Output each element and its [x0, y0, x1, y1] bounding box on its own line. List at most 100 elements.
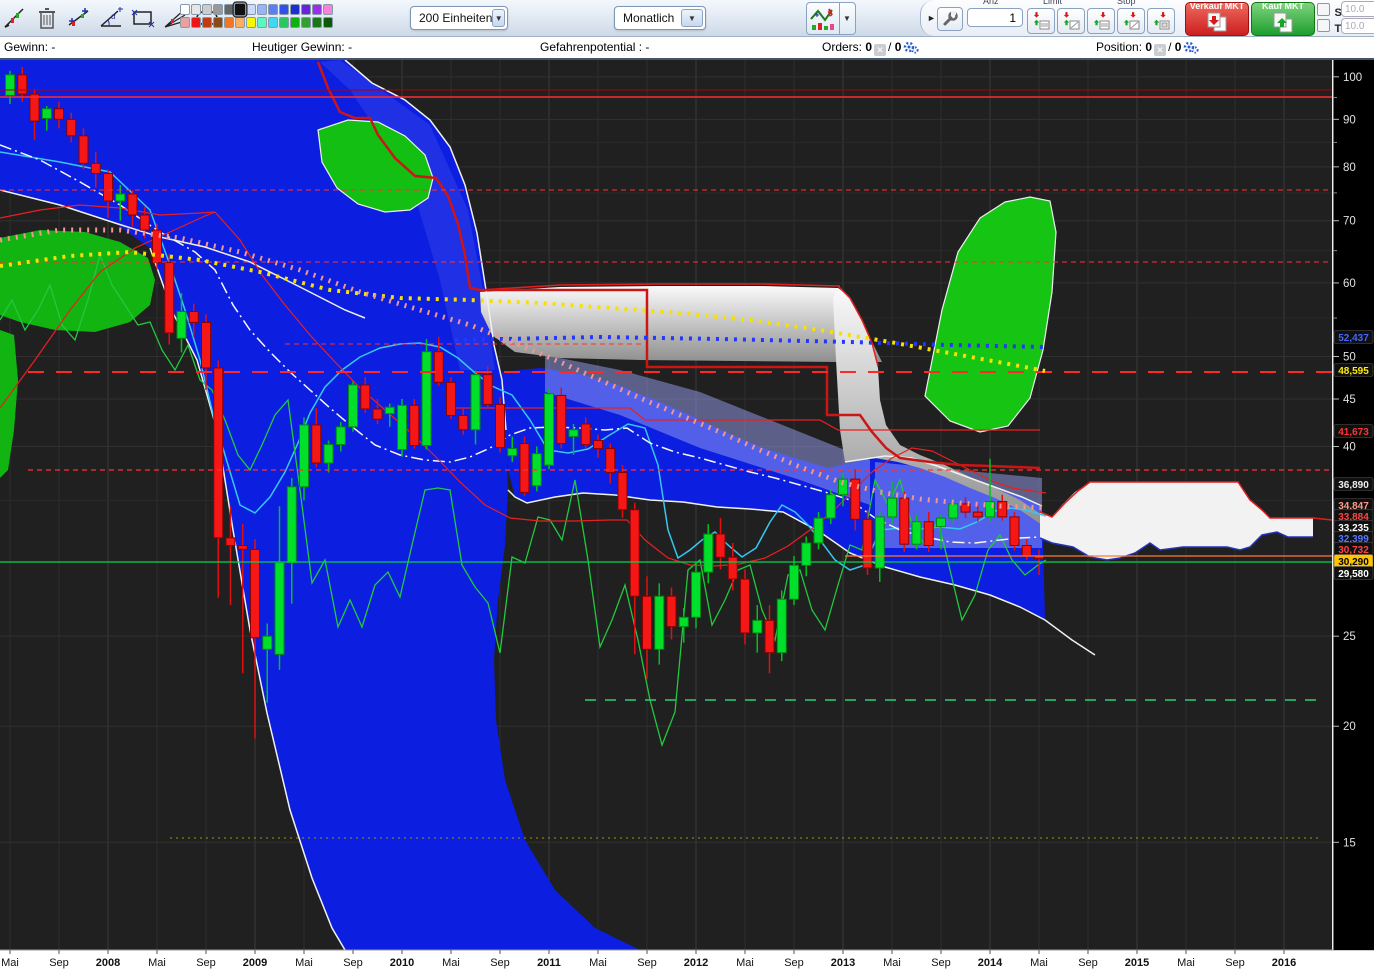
x-axis-label: 2016 [1272, 957, 1296, 969]
candle [79, 136, 88, 164]
period-select[interactable]: Monatlich ▼ [614, 6, 706, 30]
position-count-2: 0 [1175, 40, 1182, 54]
color-swatch[interactable] [257, 4, 267, 15]
settings-wrench-button[interactable] [937, 7, 963, 31]
close-position-icon[interactable]: ✕ [1154, 44, 1166, 56]
buy-limit-order-button[interactable] [1027, 8, 1055, 34]
candle [336, 427, 345, 445]
color-swatch[interactable] [279, 17, 289, 28]
candle [202, 322, 211, 367]
stop-order-icon [1121, 11, 1141, 31]
stop-order-button-1[interactable] [1087, 8, 1115, 34]
color-swatch[interactable] [268, 4, 278, 15]
color-swatch[interactable] [235, 17, 245, 28]
color-swatch[interactable] [213, 17, 223, 28]
s-value-input[interactable] [1341, 1, 1374, 17]
candle [508, 449, 517, 456]
candle [692, 572, 701, 617]
trendline-icon [66, 5, 92, 31]
units-select-value: 200 Einheiten [411, 11, 492, 25]
orders-count: 0 [865, 40, 872, 54]
color-swatch[interactable] [290, 4, 300, 15]
y-axis-label: 15 [1343, 837, 1356, 849]
color-swatch[interactable] [268, 17, 278, 28]
color-swatch[interactable] [191, 4, 201, 15]
color-swatch[interactable] [312, 17, 322, 28]
candle [140, 215, 149, 230]
color-swatch[interactable] [224, 17, 234, 28]
x-axis-label: Sep [49, 957, 69, 969]
position-label: Position: [1096, 40, 1142, 54]
freehand-draw-tool-button[interactable] [2, 3, 28, 33]
candle [300, 425, 309, 487]
chevron-down-icon[interactable]: ▼ [492, 9, 505, 27]
rectangle-tool-button[interactable] [130, 3, 156, 33]
candle [287, 487, 296, 563]
position-settings-gear-icon[interactable] [1183, 40, 1199, 54]
color-swatch[interactable] [191, 17, 201, 28]
color-swatch[interactable] [323, 4, 333, 15]
candle [557, 395, 566, 443]
color-swatch[interactable] [202, 17, 212, 28]
orders-settings-gear-icon[interactable] [903, 40, 919, 54]
sell-limit-order-button[interactable] [1057, 8, 1085, 34]
angle-tool-button[interactable]: α [98, 3, 124, 33]
color-swatch[interactable] [323, 17, 333, 28]
candle [520, 444, 529, 493]
gewinn-item: Gewinn: - [4, 40, 55, 54]
color-swatch[interactable] [301, 17, 311, 28]
candle [716, 534, 725, 557]
stop-order-button-2[interactable] [1117, 8, 1145, 34]
candle [765, 620, 774, 652]
color-swatch[interactable] [279, 4, 289, 15]
price-chart[interactable]: MaiSep2008MaiSep2009MaiSep2010MaiSep2011… [0, 0, 1374, 970]
candle [826, 495, 835, 518]
t-value-input[interactable] [1341, 18, 1374, 34]
x-axis-label: 2011 [537, 957, 561, 969]
color-swatch[interactable] [202, 4, 212, 15]
panel-expand-arrow[interactable]: ► [927, 13, 936, 23]
cancel-orders-icon[interactable]: ✕ [874, 44, 886, 56]
x-axis-label: Sep [196, 957, 216, 969]
target-checkbox-row: T [1317, 19, 1341, 37]
x-axis[interactable]: MaiSep2008MaiSep2009MaiSep2010MaiSep2011… [0, 950, 1374, 970]
chevron-down-icon[interactable]: ▼ [839, 3, 854, 34]
quantity-input[interactable] [967, 8, 1023, 27]
candle [1010, 517, 1019, 546]
y-axis-label: 25 [1343, 631, 1356, 643]
t-checkbox[interactable] [1317, 19, 1330, 32]
buy-market-button[interactable]: Kauf MKT [1251, 2, 1315, 36]
candle [18, 75, 27, 94]
candle [104, 173, 113, 201]
color-swatch[interactable] [301, 4, 311, 15]
color-swatch[interactable] [224, 4, 234, 15]
color-swatch[interactable] [213, 4, 223, 15]
color-swatch[interactable] [234, 3, 247, 17]
candle [679, 617, 688, 626]
candle [238, 546, 247, 550]
color-swatch[interactable] [180, 17, 190, 28]
color-swatch[interactable] [180, 4, 190, 15]
chart-type-button[interactable]: ▼ [806, 2, 856, 35]
candle [875, 517, 884, 568]
sell-market-button[interactable]: Verkauf MKT [1185, 2, 1249, 36]
qty-label: Anz [983, 0, 999, 6]
stop-order-button-3[interactable] [1147, 8, 1175, 34]
color-swatch[interactable] [246, 4, 256, 15]
x-axis-label: Sep [490, 957, 510, 969]
position-count: 0 [1145, 40, 1152, 54]
color-swatch[interactable] [290, 17, 300, 28]
chevron-down-icon[interactable]: ▼ [681, 9, 703, 27]
units-select[interactable]: 200 Einheiten ▼ [410, 6, 508, 30]
color-palette [180, 4, 334, 30]
y-axis-label: 20 [1343, 721, 1356, 733]
color-swatch[interactable] [257, 17, 267, 28]
delete-drawing-button[interactable] [34, 3, 60, 33]
s-checkbox[interactable] [1317, 3, 1330, 16]
gewinn-label: Gewinn: [4, 40, 48, 54]
x-axis-label: Mai [883, 957, 901, 969]
color-swatch[interactable] [312, 4, 322, 15]
trendline-tool-button[interactable] [66, 3, 92, 33]
y-axis-label: 60 [1343, 278, 1356, 290]
color-swatch[interactable] [246, 17, 256, 28]
